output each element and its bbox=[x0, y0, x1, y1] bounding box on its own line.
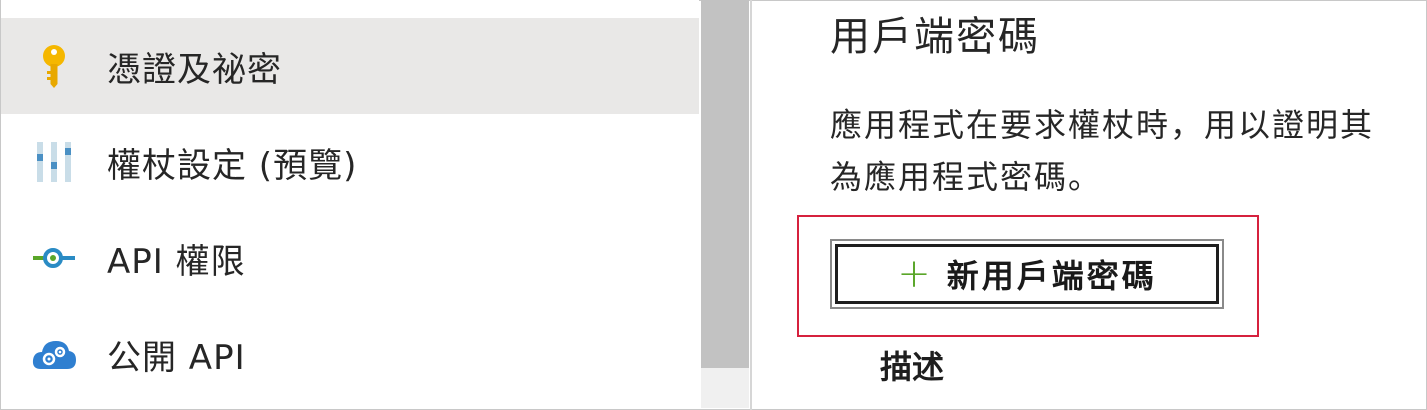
section-description-line2: 為應用程式密碼。 bbox=[830, 158, 1103, 196]
new-client-secret-label: 新用戶端密碼 bbox=[946, 257, 1157, 295]
plus-icon: + bbox=[897, 251, 931, 297]
api-permissions-icon bbox=[31, 235, 77, 281]
new-client-secret-button-inner: + 新用戶端密碼 bbox=[835, 244, 1219, 304]
sidebar-item-token-configuration[interactable]: 權杖設定 (預覽) bbox=[1, 114, 699, 210]
main-content: 用戶端密碼 應用程式在要求權杖時，用以證明其 為應用程式密碼。 + 新用戶端密碼… bbox=[752, 0, 1425, 408]
cloud-gear-icon bbox=[31, 331, 77, 377]
key-icon bbox=[31, 43, 77, 89]
section-description-line1: 應用程式在要求權杖時，用以證明其 bbox=[830, 106, 1375, 144]
column-header-description: 描述 bbox=[880, 348, 945, 386]
sidebar-item-expose-api[interactable]: 公開 API bbox=[1, 306, 699, 402]
sidebar-item-api-permissions[interactable]: API 權限 bbox=[1, 210, 699, 306]
sidebar-item-label: 公開 API bbox=[107, 337, 246, 378]
new-client-secret-button[interactable]: + 新用戶端密碼 bbox=[830, 239, 1224, 309]
sidebar-item-label: API 權限 bbox=[107, 241, 246, 282]
sidebar-item-label: 憑證及祕密 bbox=[107, 49, 282, 90]
sidebar-item-label: 權杖設定 (預覽) bbox=[107, 145, 358, 186]
section-title: 用戶端密碼 bbox=[830, 14, 1040, 60]
sidebar-scrollbar-thumb[interactable] bbox=[701, 0, 749, 368]
sidebar-nav: 憑證及祕密 權杖設定 (預覽) API 權限 公開 API bbox=[1, 0, 699, 408]
sliders-icon bbox=[31, 139, 77, 185]
sidebar-item-certificates-secrets[interactable]: 憑證及祕密 bbox=[1, 18, 699, 114]
